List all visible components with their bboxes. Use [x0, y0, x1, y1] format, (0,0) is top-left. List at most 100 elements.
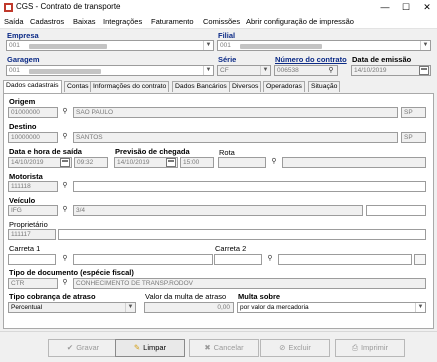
chegada-time-field[interactable]: 15:00	[180, 157, 214, 168]
tipo-documento-desc-field: CONHECIMENTO DE TRANSP.RODOV	[73, 278, 426, 289]
destino-code-field[interactable]: 10000000	[8, 132, 58, 143]
menu-item-abrir-config-impressao[interactable]: Abrir configuração de impressão	[246, 17, 354, 26]
menu-item-saida[interactable]: Saída	[4, 17, 24, 26]
valor-multa-label: Valor da multa de atraso	[145, 292, 227, 301]
origem-uf-field: SP	[401, 107, 426, 118]
rota-desc-field	[282, 157, 426, 168]
destino-code: 10000000	[11, 134, 40, 141]
maximize-button[interactable]: ☐	[399, 1, 413, 13]
tab-situacao[interactable]: Situação	[308, 81, 341, 92]
serie-value: CF	[220, 67, 229, 74]
tipo-cobranca-label: Tipo cobrança de atraso	[9, 292, 96, 301]
menu-item-comissoes[interactable]: Comissões	[203, 17, 240, 26]
multa-sobre-value: por valor da mercadoria	[240, 304, 309, 311]
serie-select[interactable]: CF ▼	[217, 65, 271, 76]
imprimir-button[interactable]: ⎙ Imprimir	[335, 339, 405, 357]
motorista-code-field[interactable]: 111118	[8, 181, 58, 192]
motorista-name-field	[73, 181, 426, 192]
chevron-down-icon[interactable]: ▼	[415, 303, 425, 312]
numero-contrato-label: Número do contrato	[275, 55, 347, 64]
window-title: CGS - Contrato de transporte	[16, 2, 121, 11]
destino-uf: SP	[404, 134, 413, 141]
data-emissao-label: Data de emissão	[352, 55, 412, 64]
data-hora-saida-label: Data e hora de saída	[9, 147, 82, 156]
tab-dados-bancarios[interactable]: Dados Bancários	[172, 81, 230, 92]
menu-item-integracoes[interactable]: Integrações	[103, 17, 142, 26]
rota-field[interactable]	[218, 157, 266, 168]
magnifier-icon[interactable]: ⚲	[59, 278, 71, 289]
magnifier-icon[interactable]: ⚲	[59, 132, 71, 143]
tab-dados-cadastrais[interactable]: Dados cadastrais	[3, 80, 62, 93]
menu-item-faturamento[interactable]: Faturamento	[151, 17, 194, 26]
magnifier-icon[interactable]: ⚲	[268, 157, 280, 168]
tipo-cobranca-select[interactable]: Percentual ▼	[8, 302, 136, 313]
numero-contrato-field[interactable]: 006538 ⚲	[274, 65, 338, 76]
chegada-date: 14/10/2019	[117, 159, 150, 166]
carreta1-desc-field	[73, 254, 213, 265]
chegada-date-field[interactable]: 14/10/2019	[114, 157, 178, 168]
broom-icon: ✎	[133, 343, 141, 352]
app-icon	[4, 3, 13, 12]
valor-multa-field[interactable]: 0,00	[144, 302, 234, 313]
magnifier-icon[interactable]: ⚲	[264, 254, 276, 265]
calendar-icon[interactable]	[166, 158, 176, 167]
carreta2-code-field[interactable]	[214, 254, 262, 265]
carreta2-desc-field	[278, 254, 412, 265]
filial-name-redacted	[240, 44, 322, 49]
data-emissao-field[interactable]: 14/10/2019	[351, 65, 431, 76]
minimize-button[interactable]: —	[378, 1, 392, 13]
delete-icon: ⊘	[279, 343, 286, 352]
garagem-name-redacted	[29, 69, 101, 74]
filial-select[interactable]: 001 ▼	[217, 40, 431, 51]
magnifier-icon[interactable]: ⚲	[325, 66, 337, 77]
tab-operadoras[interactable]: Operadoras	[263, 81, 305, 92]
proprietario-label: Proprietário	[9, 220, 48, 229]
tab-informacoes-contrato[interactable]: Informações do contrato	[90, 81, 170, 92]
calendar-icon[interactable]	[60, 158, 70, 167]
tipo-cobranca-value: Percentual	[11, 304, 43, 311]
cancel-icon: ✖	[204, 343, 211, 352]
saida-date-field[interactable]: 14/10/2019	[8, 157, 72, 168]
excluir-button[interactable]: ⊘ Excluir	[260, 339, 330, 357]
close-button[interactable]: ✕	[420, 1, 434, 13]
menu-item-baixas[interactable]: Baixas	[73, 17, 96, 26]
edit-icon[interactable]	[414, 254, 426, 265]
magnifier-icon[interactable]: ⚲	[59, 205, 71, 216]
multa-sobre-label: Multa sobre	[238, 292, 281, 301]
proprietario-code-field: 111117	[8, 229, 56, 240]
garagem-value: 001	[9, 67, 20, 74]
tipo-documento-code-field[interactable]: CTR	[8, 278, 58, 289]
gravar-button[interactable]: ✔ Gravar	[48, 339, 118, 357]
tab-contas[interactable]: Contas	[64, 81, 92, 92]
proprietario-code: 111117	[11, 231, 31, 238]
garagem-select[interactable]: 001 ▼	[6, 65, 214, 76]
tab-diversos[interactable]: Diversos	[229, 81, 262, 92]
magnifier-icon[interactable]: ⚲	[59, 107, 71, 118]
origem-label: Origem	[9, 97, 36, 106]
origem-city-field: SAO PAULO	[73, 107, 398, 118]
separator	[0, 331, 437, 332]
motorista-label: Motorista	[9, 172, 43, 181]
empresa-select[interactable]: 001 ▼	[6, 40, 214, 51]
chegada-time: 15:00	[183, 159, 200, 166]
origem-code-field[interactable]: 01000000	[8, 107, 58, 118]
magnifier-icon[interactable]: ⚲	[59, 181, 71, 192]
chevron-down-icon[interactable]: ▼	[260, 66, 270, 75]
cancelar-button[interactable]: ✖ Cancelar	[189, 339, 259, 357]
tipo-documento-code: CTR	[11, 280, 25, 287]
chevron-down-icon[interactable]: ▼	[203, 41, 213, 50]
chevron-down-icon[interactable]: ▼	[203, 66, 213, 75]
menu-bar: Saída Cadastros Baixas Integrações Fatur…	[0, 15, 437, 29]
origem-city: SAO PAULO	[76, 109, 114, 116]
chevron-down-icon[interactable]: ▼	[125, 303, 135, 312]
multa-sobre-select[interactable]: por valor da mercadoria ▼	[237, 302, 426, 313]
magnifier-icon[interactable]: ⚲	[59, 254, 71, 265]
saida-time-field[interactable]: 09:32	[74, 157, 108, 168]
limpar-button[interactable]: ✎ Limpar	[115, 339, 185, 357]
veiculo-code-field[interactable]: IFG	[8, 205, 58, 216]
menu-item-cadastros[interactable]: Cadastros	[30, 17, 64, 26]
calendar-icon[interactable]	[419, 66, 429, 75]
destino-city-field: SANTOS	[73, 132, 398, 143]
carreta1-code-field[interactable]	[8, 254, 56, 265]
chevron-down-icon[interactable]: ▼	[420, 41, 430, 50]
